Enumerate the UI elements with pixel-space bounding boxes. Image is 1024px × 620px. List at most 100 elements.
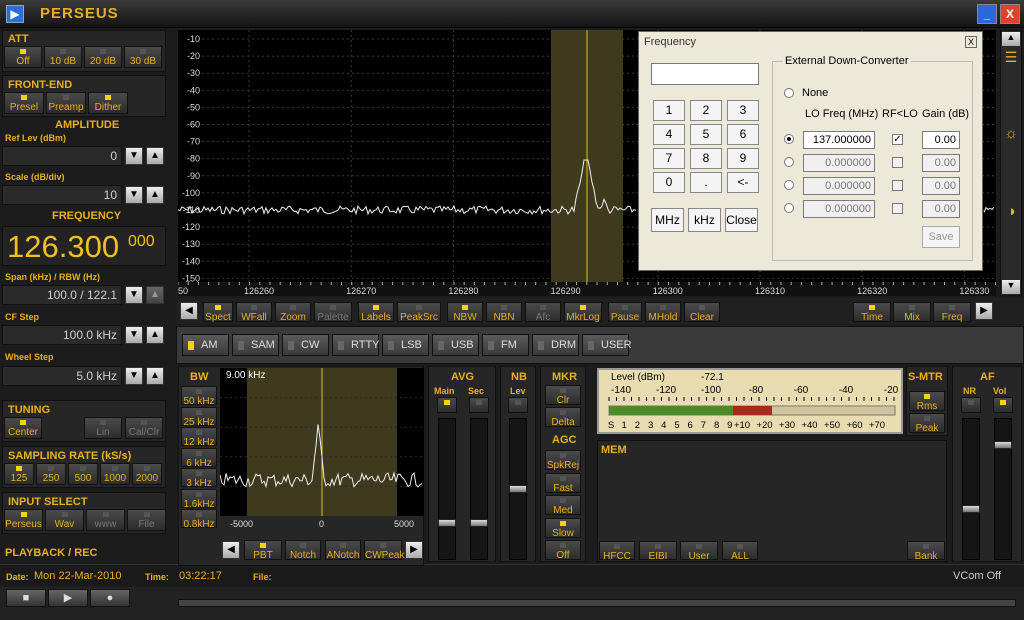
wheel-step-down-arrow-icon[interactable]: ▼ bbox=[125, 367, 143, 385]
keypad-key-8[interactable]: 8 bbox=[690, 148, 722, 169]
scroll-down-icon[interactable]: ▼ bbox=[1002, 280, 1020, 294]
play-icon[interactable]: ▶ bbox=[48, 589, 88, 607]
edc-row-3-gain-input[interactable]: 0.00 bbox=[922, 177, 960, 195]
scroll-up-icon[interactable]: ▲ bbox=[1002, 32, 1020, 46]
mode-fm-button[interactable]: FM bbox=[482, 334, 529, 356]
scale-up-arrow-icon[interactable]: ▲ bbox=[146, 186, 164, 204]
close-button[interactable]: X bbox=[1000, 4, 1020, 24]
mkr-delta-button[interactable]: Delta bbox=[545, 407, 581, 428]
att-30-db-button[interactable]: 30 dB bbox=[124, 46, 162, 68]
nb-level-thumb[interactable] bbox=[509, 485, 527, 493]
edc-row-3-rf-checkbox[interactable] bbox=[892, 180, 903, 191]
af-vol-toggle[interactable] bbox=[993, 397, 1013, 413]
brightness-icon[interactable]: ☼ bbox=[1002, 125, 1020, 143]
keypad-key-0[interactable]: 0 bbox=[653, 172, 685, 193]
af-vol-slider[interactable] bbox=[994, 418, 1012, 560]
scale-down-arrow-icon[interactable]: ▼ bbox=[125, 186, 143, 204]
bw-3-khz-button[interactable]: 3 kHz bbox=[181, 468, 217, 489]
keypad-key-9[interactable]: 9 bbox=[727, 148, 759, 169]
af-vol-thumb[interactable] bbox=[994, 441, 1012, 449]
avg-sec-slider[interactable] bbox=[470, 418, 488, 560]
toolbar-left-arrow-icon[interactable]: ◀ bbox=[180, 302, 198, 320]
toolbar-nbn-button[interactable]: NBN bbox=[486, 302, 522, 323]
toolbar-mix-button[interactable]: Mix bbox=[893, 302, 931, 323]
edc-row-2-gain-input[interactable]: 0.00 bbox=[922, 154, 960, 172]
toolbar-peaksrc-button[interactable]: PeakSrc bbox=[397, 302, 441, 323]
toolbar-freq-button[interactable]: Freq bbox=[933, 302, 971, 323]
edc-row-1-radio[interactable] bbox=[784, 134, 794, 144]
bw-12-khz-button[interactable]: 12 kHz bbox=[181, 427, 217, 448]
bw-6-khz-button[interactable]: 6 kHz bbox=[181, 447, 217, 469]
mode-drm-button[interactable]: DRM bbox=[532, 334, 579, 356]
keypad-key-3[interactable]: 3 bbox=[727, 100, 759, 121]
af-nr-slider[interactable] bbox=[962, 418, 980, 560]
smtr-peak-button[interactable]: Peak bbox=[909, 413, 945, 434]
span-field[interactable]: 100.0 / 122.1 bbox=[2, 285, 122, 305]
edc-row-4-rf-checkbox[interactable] bbox=[892, 203, 903, 214]
avg-main-thumb[interactable] bbox=[438, 519, 456, 527]
frontend-presel-button[interactable]: Presel bbox=[4, 92, 44, 114]
toolbar-mkrlog-button[interactable]: MkrLog bbox=[564, 302, 602, 323]
ref-level-up-arrow-icon[interactable]: ▲ bbox=[146, 147, 164, 165]
minimize-button[interactable]: _ bbox=[977, 4, 997, 24]
keypad-mhz-button[interactable]: MHz bbox=[651, 208, 684, 232]
record-icon[interactable]: ● bbox=[90, 589, 130, 607]
sampling-125-button[interactable]: 125 bbox=[4, 463, 34, 485]
keypad-key-6[interactable]: 6 bbox=[727, 124, 759, 145]
stop-icon[interactable]: ■ bbox=[6, 589, 46, 607]
playback-progress-track[interactable] bbox=[178, 599, 1016, 607]
edc-save-button[interactable]: Save bbox=[922, 226, 960, 248]
bw-50-khz-button[interactable]: 50 kHz bbox=[181, 386, 217, 407]
tuning-center-button[interactable]: Center bbox=[4, 417, 42, 439]
keypad-key-dot[interactable]: . bbox=[690, 172, 722, 193]
agc-off-button[interactable]: Off bbox=[545, 540, 581, 561]
agc-slow-button[interactable]: Slow bbox=[545, 517, 581, 539]
keypad-close-button[interactable]: Close bbox=[725, 208, 758, 232]
mode-lsb-button[interactable]: LSB bbox=[382, 334, 429, 356]
edc-row-4-lo-input[interactable]: 0.000000 bbox=[803, 200, 875, 218]
ref-level-down-arrow-icon[interactable]: ▼ bbox=[125, 147, 143, 165]
mem-eibi-button[interactable]: EIBI bbox=[639, 541, 677, 562]
ref-level-field[interactable]: 0 bbox=[2, 146, 122, 166]
dialog-close-icon[interactable]: X bbox=[965, 36, 977, 48]
mode-rtty-button[interactable]: RTTY bbox=[332, 334, 380, 356]
agc-fast-button[interactable]: Fast bbox=[545, 472, 581, 494]
bw-anotch-button[interactable]: ANotch bbox=[325, 540, 361, 561]
contrast-icon[interactable]: ◑ bbox=[1002, 203, 1020, 221]
toolbar-time-button[interactable]: Time bbox=[853, 302, 891, 323]
avg-sec-toggle[interactable] bbox=[469, 397, 489, 413]
keypad-key-1[interactable]: 1 bbox=[653, 100, 685, 121]
keypad-khz-button[interactable]: kHz bbox=[688, 208, 721, 232]
att-10-db-button[interactable]: 10 dB bbox=[44, 46, 82, 68]
bw-notch-button[interactable]: Notch bbox=[285, 540, 321, 561]
cf-step-field[interactable]: 100.0 kHz bbox=[2, 325, 122, 345]
input-www-button[interactable]: www bbox=[86, 509, 125, 531]
att-20-db-button[interactable]: 20 dB bbox=[84, 46, 122, 68]
toolbar-spect-button[interactable]: Spect bbox=[203, 302, 233, 323]
sampling-250-button[interactable]: 250 bbox=[36, 463, 66, 485]
agc-med-button[interactable]: Med bbox=[545, 495, 581, 516]
mem-hfcc-button[interactable]: HFCC bbox=[599, 541, 635, 562]
edc-row-4-gain-input[interactable]: 0.00 bbox=[922, 200, 960, 218]
frontend-dither-button[interactable]: Dither bbox=[88, 92, 128, 114]
keypad-key-2[interactable]: 2 bbox=[690, 100, 722, 121]
edc-row-4-radio[interactable] bbox=[784, 203, 794, 213]
sampling-2000-button[interactable]: 2000 bbox=[132, 463, 162, 485]
frequency-display[interactable]: 126.300 000 bbox=[2, 226, 166, 266]
nb-level-slider[interactable] bbox=[509, 418, 527, 560]
toolbar-mhold-button[interactable]: MHold bbox=[645, 302, 681, 323]
edc-row-1-lo-input[interactable]: 137.000000 bbox=[803, 131, 875, 149]
mode-user-button[interactable]: USER bbox=[582, 334, 632, 356]
bw-left-arrow-icon[interactable]: ◀ bbox=[222, 541, 240, 559]
edc-row-1-rf-checkbox[interactable]: ✓ bbox=[892, 134, 903, 145]
toolbar-labels-button[interactable]: Labels bbox=[358, 302, 394, 323]
wheel-step-field[interactable]: 5.0 kHz bbox=[2, 366, 122, 386]
span-up-arrow-icon[interactable]: ▲ bbox=[146, 286, 164, 304]
edc-row-1-gain-input[interactable]: 0.00 bbox=[922, 131, 960, 149]
mem-bank-button[interactable]: Bank bbox=[907, 541, 945, 562]
bw-0-8khz-button[interactable]: 0.8kHz bbox=[181, 509, 217, 530]
edc-row-3-lo-input[interactable]: 0.000000 bbox=[803, 177, 875, 195]
edc-row-2-radio[interactable] bbox=[784, 157, 794, 167]
wheel-step-up-arrow-icon[interactable]: ▲ bbox=[146, 367, 164, 385]
bw-right-arrow-icon[interactable]: ▶ bbox=[405, 541, 423, 559]
